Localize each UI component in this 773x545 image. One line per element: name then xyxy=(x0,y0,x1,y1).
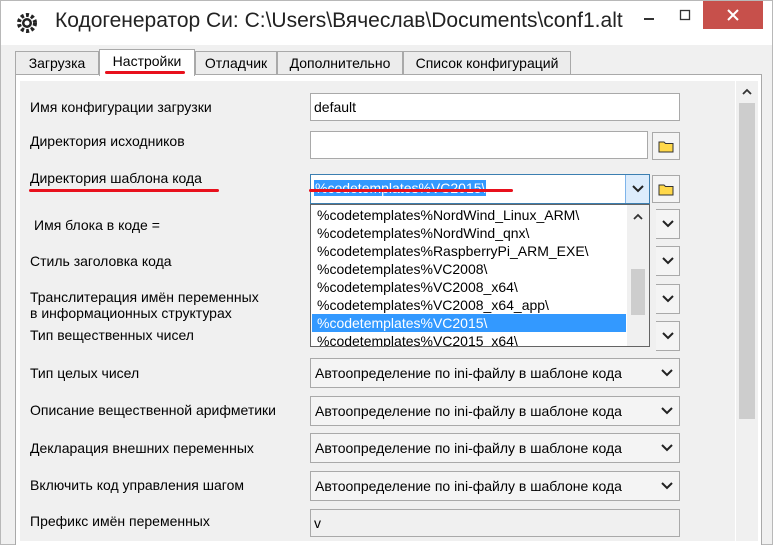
real-type-label: Тип вещественных чисел xyxy=(30,327,194,343)
tab-config-list[interactable]: Список конфигураций xyxy=(403,51,571,75)
template-dir-label: Директория шаблона кода xyxy=(30,170,202,186)
settings-panel: Имя конфигурации загрузки default Директ… xyxy=(15,74,762,545)
maximize-button[interactable] xyxy=(667,1,703,29)
annotation-underline-tab xyxy=(105,71,185,74)
title-bar[interactable]: Кодогенератор Си: C:\Users\Вячеслав\Docu… xyxy=(1,1,772,45)
panel-scrollbar[interactable] xyxy=(736,81,758,541)
source-dir-label: Директория исходников xyxy=(30,133,185,149)
chevron-down-icon xyxy=(661,220,674,228)
chevron-down-icon xyxy=(661,482,673,490)
panel-scroll-up-button[interactable] xyxy=(736,81,758,101)
dropdown-option-selected[interactable]: %codetemplates%VC2015\ xyxy=(312,314,626,332)
app-window: Кодогенератор Си: C:\Users\Вячеслав\Docu… xyxy=(0,0,773,545)
real-arith-combo[interactable]: Автоопределение по ini-файлу в шаблоне к… xyxy=(310,396,680,426)
chevron-up-icon xyxy=(633,213,643,220)
chevron-down-icon xyxy=(661,332,674,340)
real-arith-dropdown-button[interactable] xyxy=(655,397,679,425)
template-dir-dropdown-button[interactable] xyxy=(625,175,649,203)
int-type-value: Автоопределение по ini-файлу в шаблоне к… xyxy=(315,365,622,381)
dropdown-option[interactable]: %codetemplates%VC2008_x64\ xyxy=(312,278,626,296)
block-name-dropdown-button[interactable] xyxy=(656,209,680,239)
int-type-combo[interactable]: Автоопределение по ini-файлу в шаблоне к… xyxy=(310,358,680,388)
extern-decl-value: Автоопределение по ini-файлу в шаблоне к… xyxy=(315,440,622,456)
int-type-label: Тип целых чисел xyxy=(30,365,140,381)
browse-template-dir-button[interactable] xyxy=(652,175,680,203)
transliteration-dropdown-button[interactable] xyxy=(656,284,680,314)
chevron-down-icon xyxy=(661,257,674,265)
annotation-underline-label xyxy=(29,189,219,192)
source-dir-input[interactable] xyxy=(310,131,648,159)
step-control-combo[interactable]: Автоопределение по ini-файлу в шаблоне к… xyxy=(310,471,680,501)
step-control-dropdown-button[interactable] xyxy=(655,472,679,500)
dropdown-option[interactable]: %codetemplates%VC2008_x64_app\ xyxy=(312,296,626,314)
int-type-dropdown-button[interactable] xyxy=(655,359,679,387)
chevron-down-icon xyxy=(661,295,674,303)
load-config-name-label: Имя конфигурации загрузки xyxy=(30,99,212,115)
template-dir-value: %codetemplates%VC2015\ xyxy=(314,180,487,196)
gear-app-icon xyxy=(17,13,37,33)
folder-icon xyxy=(658,184,674,196)
dropdown-option[interactable]: %codetemplates%RaspberryPi_ARM_EXE\ xyxy=(312,242,626,260)
block-name-label: Имя блока в коде = xyxy=(34,217,160,233)
extern-decl-label: Декларация внешних переменных xyxy=(30,440,254,456)
chevron-down-icon xyxy=(661,369,673,377)
annotation-underline-value xyxy=(309,189,513,192)
dropdown-option[interactable]: %codetemplates%NordWind_Linux_ARM\ xyxy=(312,206,626,224)
dropdown-option[interactable]: %codetemplates%NordWind_qnx\ xyxy=(312,224,626,242)
extern-decl-dropdown-button[interactable] xyxy=(655,434,679,462)
close-icon xyxy=(727,9,739,21)
window-title: Кодогенератор Си: C:\Users\Вячеслав\Docu… xyxy=(55,9,623,32)
var-prefix-label: Префикс имён переменных xyxy=(30,513,210,529)
chevron-down-icon xyxy=(631,185,644,193)
real-arith-value: Автоопределение по ini-файлу в шаблоне к… xyxy=(315,403,622,419)
transliteration-label-line1: Транслитерация имён переменных xyxy=(30,289,259,305)
settings-form: Имя конфигурации загрузки default Директ… xyxy=(20,81,735,541)
chevron-down-icon xyxy=(661,407,673,415)
var-prefix-input[interactable]: v xyxy=(310,509,680,537)
real-type-dropdown-button[interactable] xyxy=(656,321,680,351)
step-control-label: Включить код управления шагом xyxy=(30,477,244,493)
tab-additional[interactable]: Дополнительно xyxy=(277,51,403,75)
chevron-down-icon xyxy=(661,444,673,452)
dropdown-option[interactable]: %codetemplates%VC2008\ xyxy=(312,260,626,278)
chevron-up-icon xyxy=(742,88,752,95)
minimize-button[interactable] xyxy=(631,1,667,29)
tab-debugger[interactable]: Отладчик xyxy=(195,51,277,75)
header-style-label: Стиль заголовка кода xyxy=(30,253,172,269)
dropdown-option[interactable]: %codetemplates%VC2015_x64\ xyxy=(312,332,626,346)
dropdown-scroll-thumb[interactable] xyxy=(631,269,645,315)
step-control-value: Автоопределение по ini-файлу в шаблоне к… xyxy=(315,478,622,494)
dropdown-scrollbar[interactable] xyxy=(627,205,649,346)
load-config-name-input[interactable]: default xyxy=(310,93,680,121)
template-dir-dropdown-list[interactable]: %codetemplates%NordWind_Linux_ARM\ %code… xyxy=(310,204,650,347)
real-arith-label: Описание вещественной арифметики xyxy=(30,402,276,418)
browse-source-dir-button[interactable] xyxy=(652,132,680,160)
header-style-dropdown-button[interactable] xyxy=(656,246,680,276)
maximize-icon xyxy=(679,9,691,21)
close-button[interactable] xyxy=(703,1,763,29)
panel-scroll-thumb[interactable] xyxy=(739,103,755,419)
tab-load[interactable]: Загрузка xyxy=(15,51,99,75)
transliteration-label-line2: в информационных структурах xyxy=(30,305,232,321)
minimize-icon xyxy=(644,18,654,20)
extern-decl-combo[interactable]: Автоопределение по ini-файлу в шаблоне к… xyxy=(310,433,680,463)
folder-icon xyxy=(658,141,674,153)
dropdown-scroll-up-button[interactable] xyxy=(627,207,649,225)
